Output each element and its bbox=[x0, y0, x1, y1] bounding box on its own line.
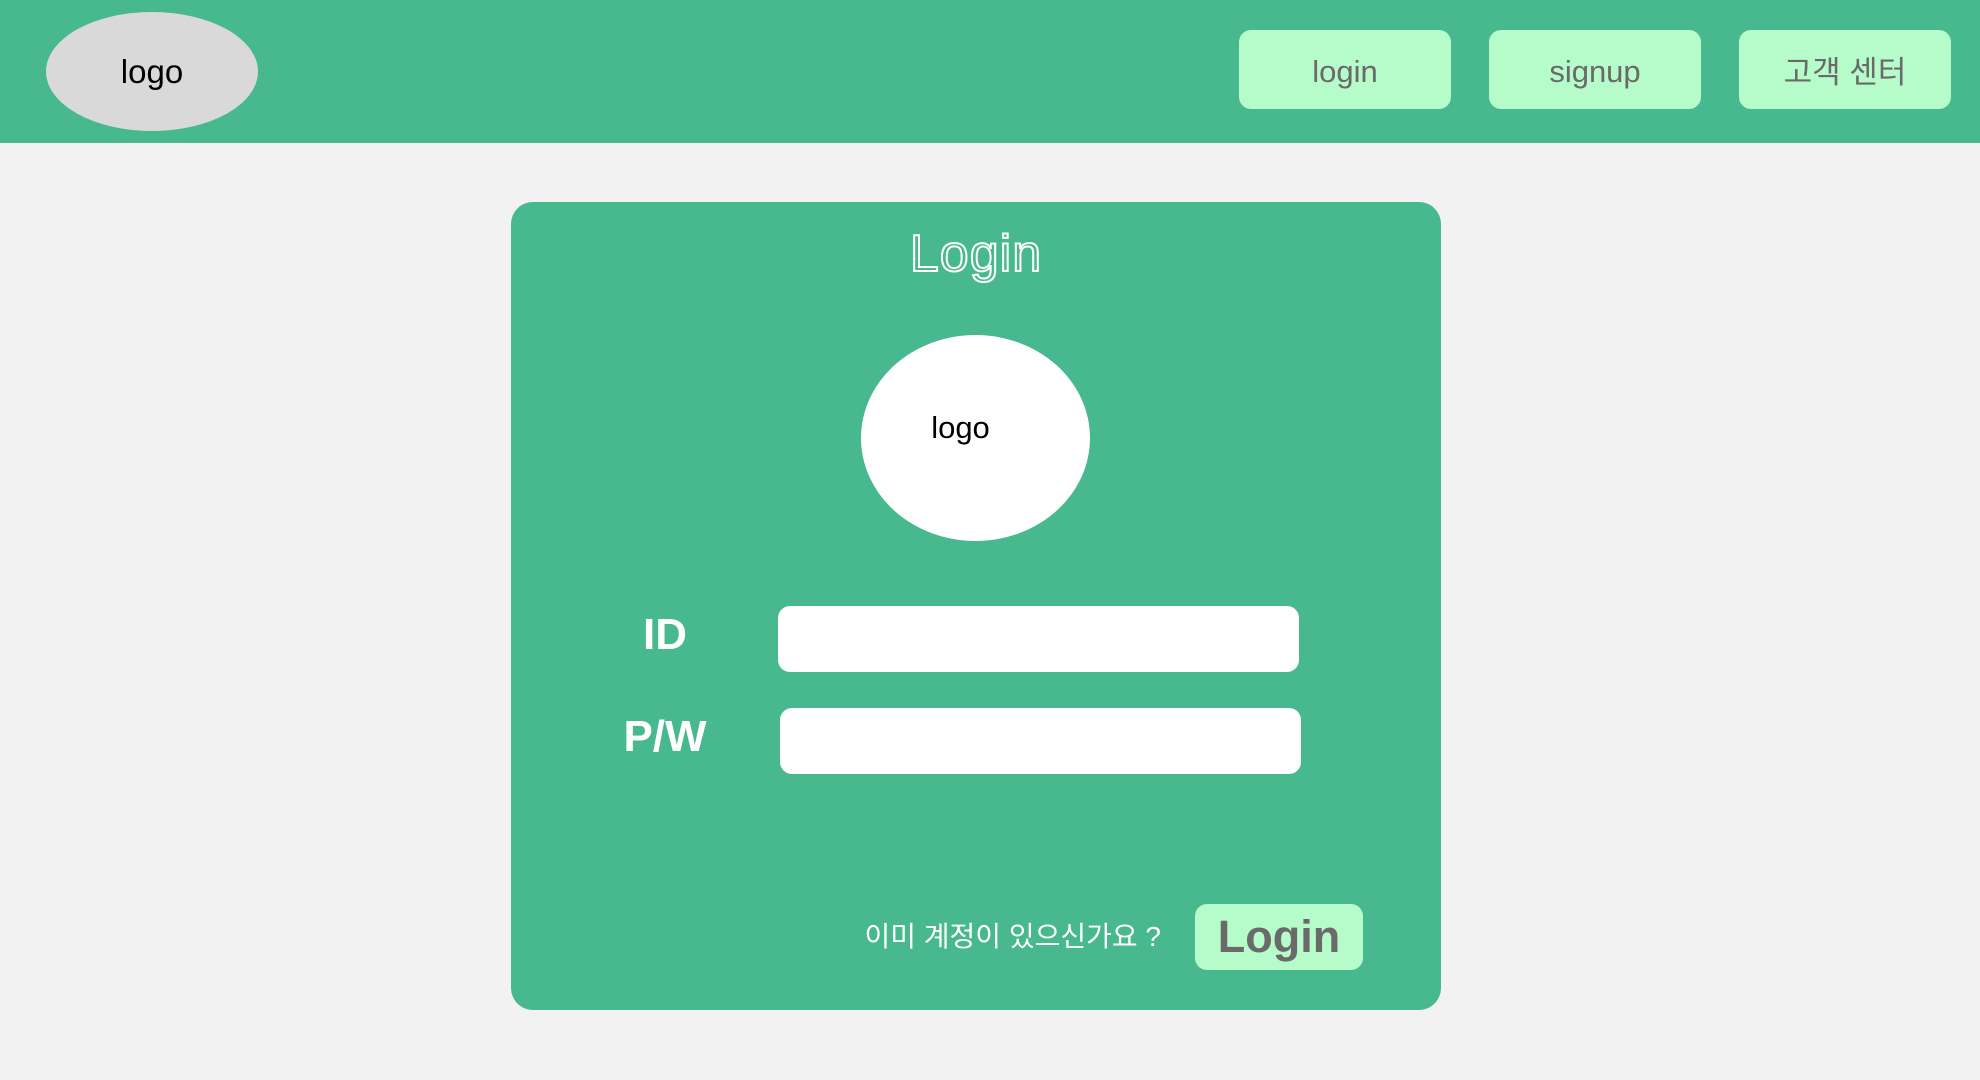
nav-signup-button[interactable]: signup bbox=[1489, 30, 1701, 109]
login-card-title: Login bbox=[909, 224, 1043, 284]
login-card-logo-text: logo bbox=[931, 410, 990, 445]
login-card: Login logo ID P/W 이미 계정이 있으신가요 ? Login bbox=[511, 202, 1441, 1010]
existing-account-prompt: 이미 계정이 있으신가요 ? bbox=[864, 921, 1161, 952]
password-input[interactable] bbox=[780, 708, 1301, 774]
nav-customer-center-button[interactable]: 고객 센터 bbox=[1739, 30, 1951, 109]
id-label: ID bbox=[643, 610, 687, 659]
login-submit-label: Login bbox=[1217, 911, 1341, 962]
nav-signup-label: signup bbox=[1549, 54, 1641, 89]
password-label: P/W bbox=[623, 712, 707, 761]
header-logo-text: logo bbox=[120, 52, 184, 90]
header-logo[interactable]: logo bbox=[46, 12, 258, 131]
nav-login-button[interactable]: login bbox=[1239, 30, 1451, 109]
nav-customer-center-label: 고객 센터 bbox=[1783, 54, 1907, 90]
nav-login-label: login bbox=[1312, 54, 1378, 89]
login-card-logo: logo bbox=[861, 335, 1090, 541]
top-header: logo login signup 고객 센터 bbox=[0, 0, 1980, 143]
login-submit-button[interactable]: Login bbox=[1195, 904, 1363, 970]
id-input[interactable] bbox=[778, 606, 1299, 672]
